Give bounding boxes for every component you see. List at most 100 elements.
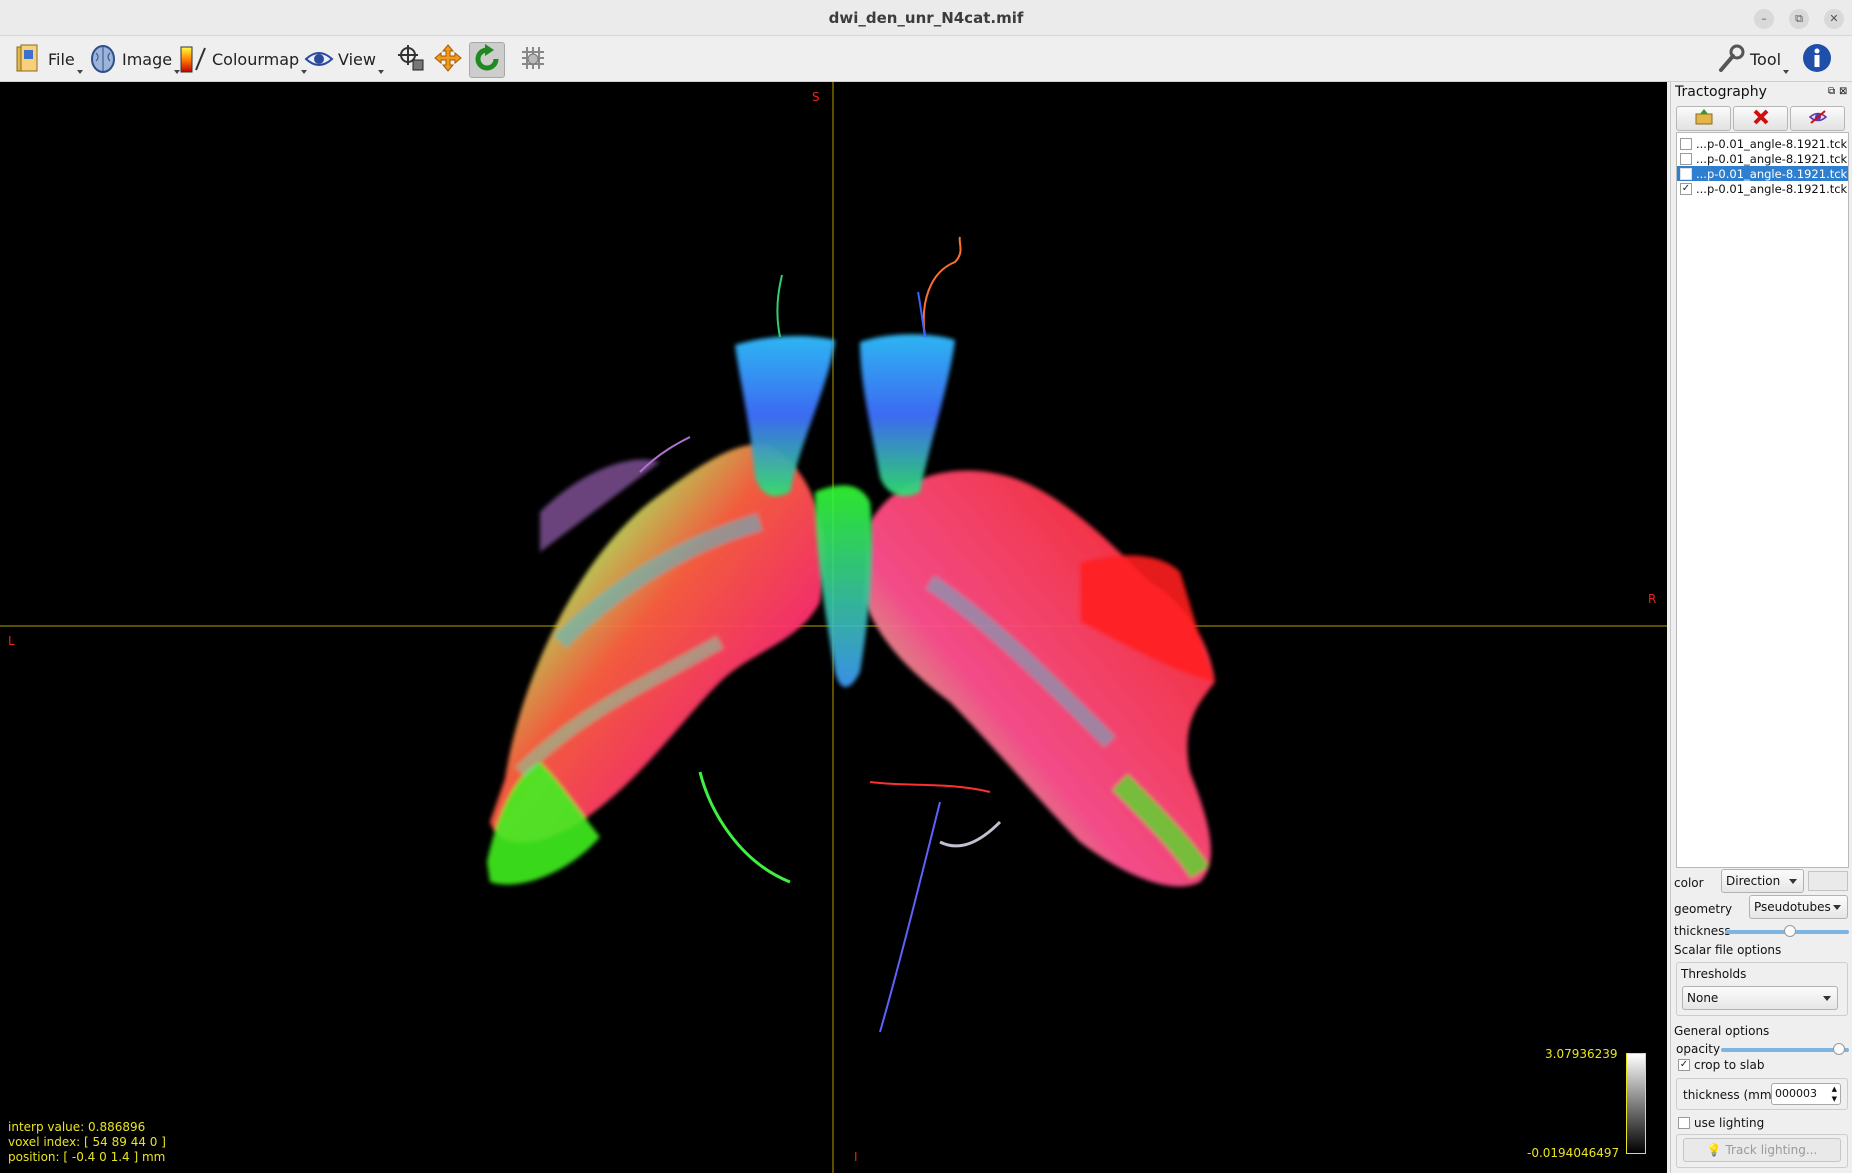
visibility-checkbox[interactable] [1680,167,1692,180]
window-title: dwi_den_unr_N4cat.mif [828,9,1024,27]
colourmap-menu-button[interactable]: Colourmap [178,40,308,78]
close-tractogram-button[interactable] [1733,106,1788,131]
hidden-eye-icon [1808,108,1828,129]
eye-icon [304,44,334,74]
tractogram-filename: ...p-0.01_angle-8.1921.tck [1696,181,1848,196]
close-icon [1752,108,1770,129]
info-icon [1801,42,1833,78]
thresholds-label: Thresholds [1681,967,1747,981]
color-label: color [1674,876,1704,890]
color-swatch-button[interactable] [1808,871,1848,891]
pan-mode-button[interactable] [430,42,466,78]
use-lighting-checkbox[interactable] [1678,1117,1690,1129]
thickness-slider-handle[interactable] [1784,925,1796,937]
use-lighting-label: use lighting [1694,1116,1765,1130]
grid-icon [518,43,548,77]
wrench-icon [1716,44,1746,74]
colorbar-min-label: -0.0194046497 [1527,1146,1620,1160]
color-mode-value: Direction [1726,874,1781,888]
opacity-label: opacity [1676,1042,1721,1056]
use-lighting-option[interactable]: use lighting [1676,1116,1764,1130]
list-item[interactable]: ...p-0.01_angle-8.1921.tck [1677,136,1848,151]
open-tractogram-button[interactable] [1676,106,1731,131]
close-button[interactable]: ✕ [1824,9,1844,29]
slab-thickness-value: 000003 [1775,1087,1817,1100]
opacity-slider-handle[interactable] [1833,1043,1845,1055]
about-info-button[interactable] [1799,42,1835,78]
move-arrows-icon [433,43,463,77]
slab-thickness-label: thickness (mm) [1683,1088,1777,1102]
slab-thickness-spinbox[interactable]: 000003 ▲ ▼ [1771,1083,1841,1105]
spin-arrows-icon[interactable]: ▲ ▼ [1832,1084,1837,1104]
crosshair-mode-button[interactable] [393,42,429,78]
visibility-checkbox[interactable] [1680,137,1692,150]
file-menu-button[interactable]: File [14,40,83,78]
close-panel-icon[interactable]: ⊠ [1839,86,1847,97]
tractography-panel: Tractography ⧉ ⊠ ...p-0.01_angle-8.1921.… [1670,82,1852,1173]
orientation-label-inferior: I [854,1150,858,1164]
main-toolbar: File Image Colourmap View Tool [0,36,1852,82]
colourmap-label: Colourmap [212,49,300,69]
tractogram-filename: ...p-0.01_angle-8.1921.tck [1696,151,1848,166]
hide-tractogram-button[interactable] [1790,106,1845,131]
colorbar-max-label: 3.07936239 [1545,1047,1618,1061]
tool-label: Tool [1750,49,1782,69]
visibility-checkbox[interactable] [1680,152,1692,165]
thresholds-dropdown[interactable]: None [1682,986,1838,1010]
grid-tool-button[interactable] [515,42,551,78]
maximize-button[interactable]: ⧉ [1789,9,1809,29]
tractogram-render [0,82,1667,1173]
minimize-button[interactable]: – [1754,9,1774,29]
chevron-down-icon [1789,879,1797,884]
colourmap-icon [178,44,208,74]
thresholds-value: None [1687,991,1719,1005]
brain-icon [88,44,118,74]
image-menu-button[interactable]: Image [88,40,181,78]
track-lighting-button[interactable]: 💡 Track lighting... [1683,1138,1841,1162]
view-menu-button[interactable]: View [304,40,384,78]
voxel-index-readout: voxel index: [ 54 89 44 0 ] [8,1135,166,1149]
render-viewport[interactable]: S I L R interp value: 0.886896 voxel ind… [0,82,1667,1173]
float-panel-icon[interactable]: ⧉ [1828,86,1835,97]
open-folder-icon [1694,108,1714,129]
visibility-checkbox[interactable]: ✓ [1680,182,1692,195]
tractogram-filename: ...p-0.01_angle-8.1921.tck [1696,136,1848,151]
position-readout: position: [ -0.4 0 1.4 ] mm [8,1150,166,1164]
file-label: File [48,49,75,69]
color-mode-dropdown[interactable]: Direction [1721,869,1804,893]
folder-icon [14,44,44,74]
view-label: View [338,49,376,69]
panel-title: Tractography [1675,84,1767,100]
opacity-slider[interactable] [1721,1048,1849,1052]
image-label: Image [122,49,173,69]
crop-to-slab-label: crop to slab [1694,1058,1765,1072]
list-item[interactable]: ✓ ...p-0.01_angle-8.1921.tck [1677,181,1848,196]
title-bar: dwi_den_unr_N4cat.mif – ⧉ ✕ [0,0,1852,36]
list-item-selected[interactable]: ...p-0.01_angle-8.1921.tck [1677,166,1848,181]
crop-to-slab-option[interactable]: ✓ crop to slab [1676,1058,1764,1072]
crop-to-slab-checkbox[interactable]: ✓ [1678,1059,1690,1071]
thickness-label: thickness [1674,924,1731,938]
tool-menu-button[interactable]: Tool [1716,40,1790,78]
rotate-arrow-icon [472,43,502,77]
geometry-label: geometry [1674,902,1733,916]
tractogram-filename: ...p-0.01_angle-8.1921.tck [1696,166,1848,181]
colorbar [1626,1053,1646,1154]
rotate-mode-button[interactable] [469,42,505,78]
crosshair-icon [396,43,426,77]
mrview-window: dwi_den_unr_N4cat.mif – ⧉ ✕ File Image C… [0,0,1852,1173]
scalar-file-options-label: Scalar file options [1674,943,1782,957]
chevron-down-icon [1823,996,1831,1001]
geometry-value: Pseudotubes [1754,900,1831,914]
general-options-label: General options [1674,1024,1770,1038]
orientation-label-superior: S [812,90,820,104]
lightbulb-icon: 💡 [1706,1143,1722,1157]
chevron-down-icon [1833,905,1841,910]
chevron-down-icon [1783,70,1790,74]
tractogram-list[interactable]: ...p-0.01_angle-8.1921.tck ...p-0.01_ang… [1676,132,1849,868]
track-lighting-label: Track lighting... [1725,1143,1818,1157]
chevron-down-icon [377,70,384,74]
list-item[interactable]: ...p-0.01_angle-8.1921.tck [1677,151,1848,166]
orientation-label-left: L [8,634,15,648]
geometry-dropdown[interactable]: Pseudotubes [1749,895,1848,919]
